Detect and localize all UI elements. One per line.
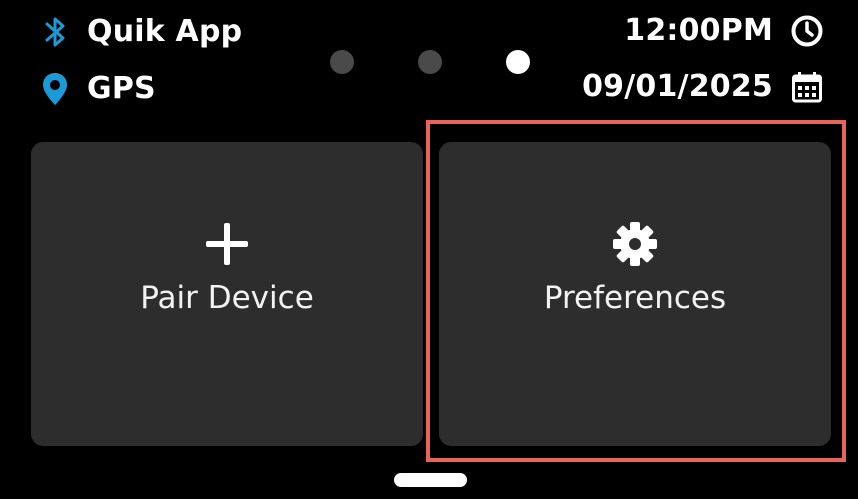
calendar-icon	[789, 71, 825, 103]
home-indicator[interactable]	[394, 473, 467, 487]
plus-icon	[204, 220, 250, 268]
preferences-button[interactable]: Preferences	[439, 142, 831, 446]
pair-device-label: Pair Device	[140, 280, 314, 316]
page-dot-3-active[interactable]	[506, 50, 530, 74]
gear-icon	[611, 220, 659, 268]
gps-label: GPS	[87, 71, 156, 106]
gps-status: GPS	[38, 71, 156, 107]
page-dot-2[interactable]	[418, 50, 442, 74]
time-status: 12:00PM	[624, 14, 825, 48]
date-status: 09/01/2025	[582, 71, 825, 103]
date-label: 09/01/2025	[582, 69, 773, 104]
preferences-label: Preferences	[543, 280, 727, 316]
bluetooth-label: Quik App	[87, 14, 243, 49]
location-pin-icon	[38, 71, 72, 107]
page-dot-1[interactable]	[330, 50, 354, 74]
bluetooth-icon	[38, 14, 72, 50]
bluetooth-status: Quik App	[38, 14, 242, 50]
pair-device-button[interactable]: Pair Device	[31, 142, 423, 446]
clock-icon	[789, 14, 825, 48]
time-label: 12:00PM	[624, 13, 773, 48]
page-indicator	[330, 50, 530, 74]
